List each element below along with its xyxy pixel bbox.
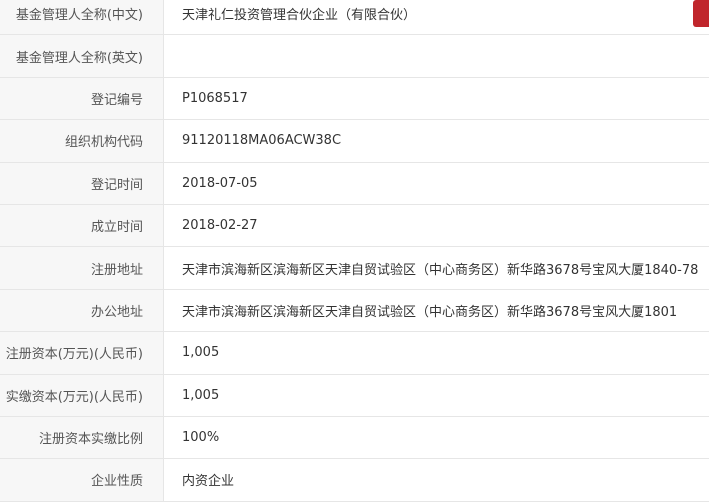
value-organization-code: 91120118MA06ACW38C [182, 133, 342, 149]
label-registered-capital: 注册资本(万元)(人民币) [0, 332, 164, 374]
value-paid-in-ratio: 100% [182, 430, 220, 446]
label-establishment-date: 成立时间 [0, 204, 164, 247]
row-registered-capital: 注册资本(万元)(人民币) 1,005 [0, 332, 709, 375]
label-enterprise-type: 企业性质 [0, 459, 164, 501]
row-organization-code: 组织机构代码 91120118MA06ACW38C [0, 120, 709, 163]
label-paid-in-capital: 实缴资本(万元)(人民币) [0, 374, 164, 416]
value-name-en [164, 35, 709, 76]
label-name-cn: 基金管理人全称(中文) [0, 0, 164, 35]
value-registration-date: 2018-07-05 [182, 175, 258, 191]
value-name-cn: 天津礼仁投资管理合伙企业（有限合伙） [182, 8, 417, 24]
value-registered-capital: 1,005 [182, 345, 220, 361]
side-floating-tab[interactable] [693, 0, 709, 27]
row-registration-number: 登记编号 P1068517 [0, 77, 709, 121]
value-paid-in-capital: 1,005 [182, 387, 220, 403]
fund-manager-info-table: 基金管理人全称(中文) 天津礼仁投资管理合伙企业（有限合伙） 基金管理人全称(英… [0, 0, 709, 502]
row-enterprise-type: 企业性质 内资企业 [0, 459, 709, 502]
value-registered-address: 天津市滨海新区滨海新区天津自贸试验区（中心商务区）新华路3678号宝风大厦184… [182, 262, 699, 278]
value-registration-number: P1068517 [182, 90, 248, 106]
row-office-address: 办公地址 天津市滨海新区滨海新区天津自贸试验区（中心商务区）新华路3678号宝风… [0, 289, 709, 333]
label-paid-in-ratio: 注册资本实缴比例 [0, 416, 164, 459]
row-registration-date: 登记时间 2018-07-05 [0, 162, 709, 205]
value-office-address: 天津市滨海新区滨海新区天津自贸试验区（中心商务区）新华路3678号宝风大厦180… [182, 304, 678, 320]
label-organization-code: 组织机构代码 [0, 120, 164, 162]
row-name-cn: 基金管理人全称(中文) 天津礼仁投资管理合伙企业（有限合伙） [0, 0, 709, 36]
label-registered-address: 注册地址 [0, 247, 164, 289]
label-registration-date: 登记时间 [0, 162, 164, 204]
row-name-en: 基金管理人全称(英文) [0, 35, 709, 78]
row-establishment-date: 成立时间 2018-02-27 [0, 204, 709, 248]
value-enterprise-type: 内资企业 [182, 474, 235, 490]
label-registration-number: 登记编号 [0, 77, 164, 120]
value-establishment-date: 2018-02-27 [182, 218, 258, 234]
label-name-en: 基金管理人全称(英文) [0, 35, 164, 77]
row-paid-in-capital: 实缴资本(万元)(人民币) 1,005 [0, 374, 709, 417]
row-paid-in-ratio: 注册资本实缴比例 100% [0, 416, 709, 460]
label-office-address: 办公地址 [0, 289, 164, 332]
row-registered-address: 注册地址 天津市滨海新区滨海新区天津自贸试验区（中心商务区）新华路3678号宝风… [0, 247, 709, 290]
